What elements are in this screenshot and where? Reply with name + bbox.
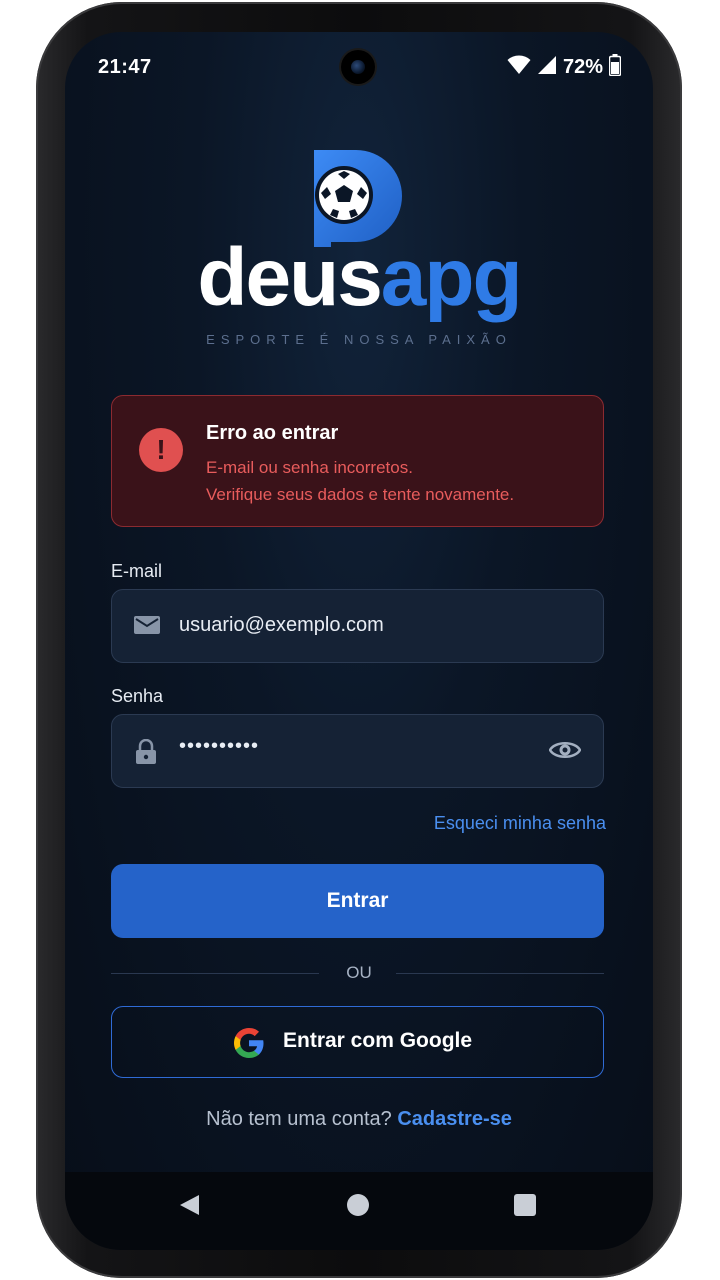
battery-percent: 72% — [562, 55, 603, 78]
forgot-password-link[interactable]: Esqueci minha senha — [434, 813, 606, 834]
divider-right — [396, 973, 604, 974]
eye-icon[interactable] — [548, 738, 582, 767]
recent-apps-icon[interactable] — [512, 1192, 538, 1223]
brand-logo: deusapg ESPORTE É NOSSA PAIXÃO — [65, 147, 653, 367]
tagline: ESPORTE É NOSSA PAIXÃO — [206, 332, 512, 347]
google-button-label: Entrar com Google — [283, 1029, 473, 1052]
signup-row: Não tem uma conta? Cadastre-se — [65, 1108, 653, 1131]
error-title: Erro ao entrar — [206, 422, 339, 444]
email-input[interactable]: usuario@exemplo.com — [179, 614, 384, 637]
status-bar: 21:47 72% — [65, 32, 653, 102]
email-field[interactable]: usuario@exemplo.com — [111, 589, 604, 663]
wordmark-blue: apg — [380, 232, 523, 323]
wordmark-white: deus — [197, 232, 382, 323]
error-message-line2: Verifique seus dados e tente novamente. — [206, 485, 515, 504]
clock: 21:47 — [98, 56, 152, 78]
mail-icon — [134, 614, 160, 641]
password-label: Senha — [111, 686, 164, 706]
front-camera — [341, 50, 375, 84]
alert-icon: ! — [139, 428, 183, 472]
google-login-button[interactable]: Entrar com Google — [111, 1006, 604, 1078]
email-label: E-mail — [111, 561, 163, 581]
status-icons: 72% — [507, 53, 622, 81]
navigation-bar — [65, 1172, 653, 1250]
error-message-line1: E-mail ou senha incorretos. — [206, 458, 413, 477]
signal-icon — [537, 55, 557, 80]
google-icon — [232, 1026, 266, 1065]
signup-prompt: Não tem uma conta? — [206, 1108, 392, 1130]
back-icon[interactable] — [177, 1192, 203, 1223]
signup-link[interactable]: Cadastre-se — [397, 1108, 512, 1130]
error-alert: ! Erro ao entrar E-mail ou senha incorre… — [111, 395, 604, 527]
wifi-icon — [507, 55, 531, 80]
lock-icon — [134, 738, 158, 770]
battery-icon — [608, 53, 622, 81]
brand-wordmark: deusapg — [65, 237, 653, 319]
home-icon[interactable] — [345, 1192, 371, 1223]
password-input[interactable]: •••••••••• — [179, 735, 259, 758]
password-field[interactable]: •••••••••• — [111, 714, 604, 788]
screen: 21:47 72% deusapg ESPORTE É NOSSA PAIXÃO… — [65, 32, 653, 1250]
login-button[interactable]: Entrar — [111, 864, 604, 938]
